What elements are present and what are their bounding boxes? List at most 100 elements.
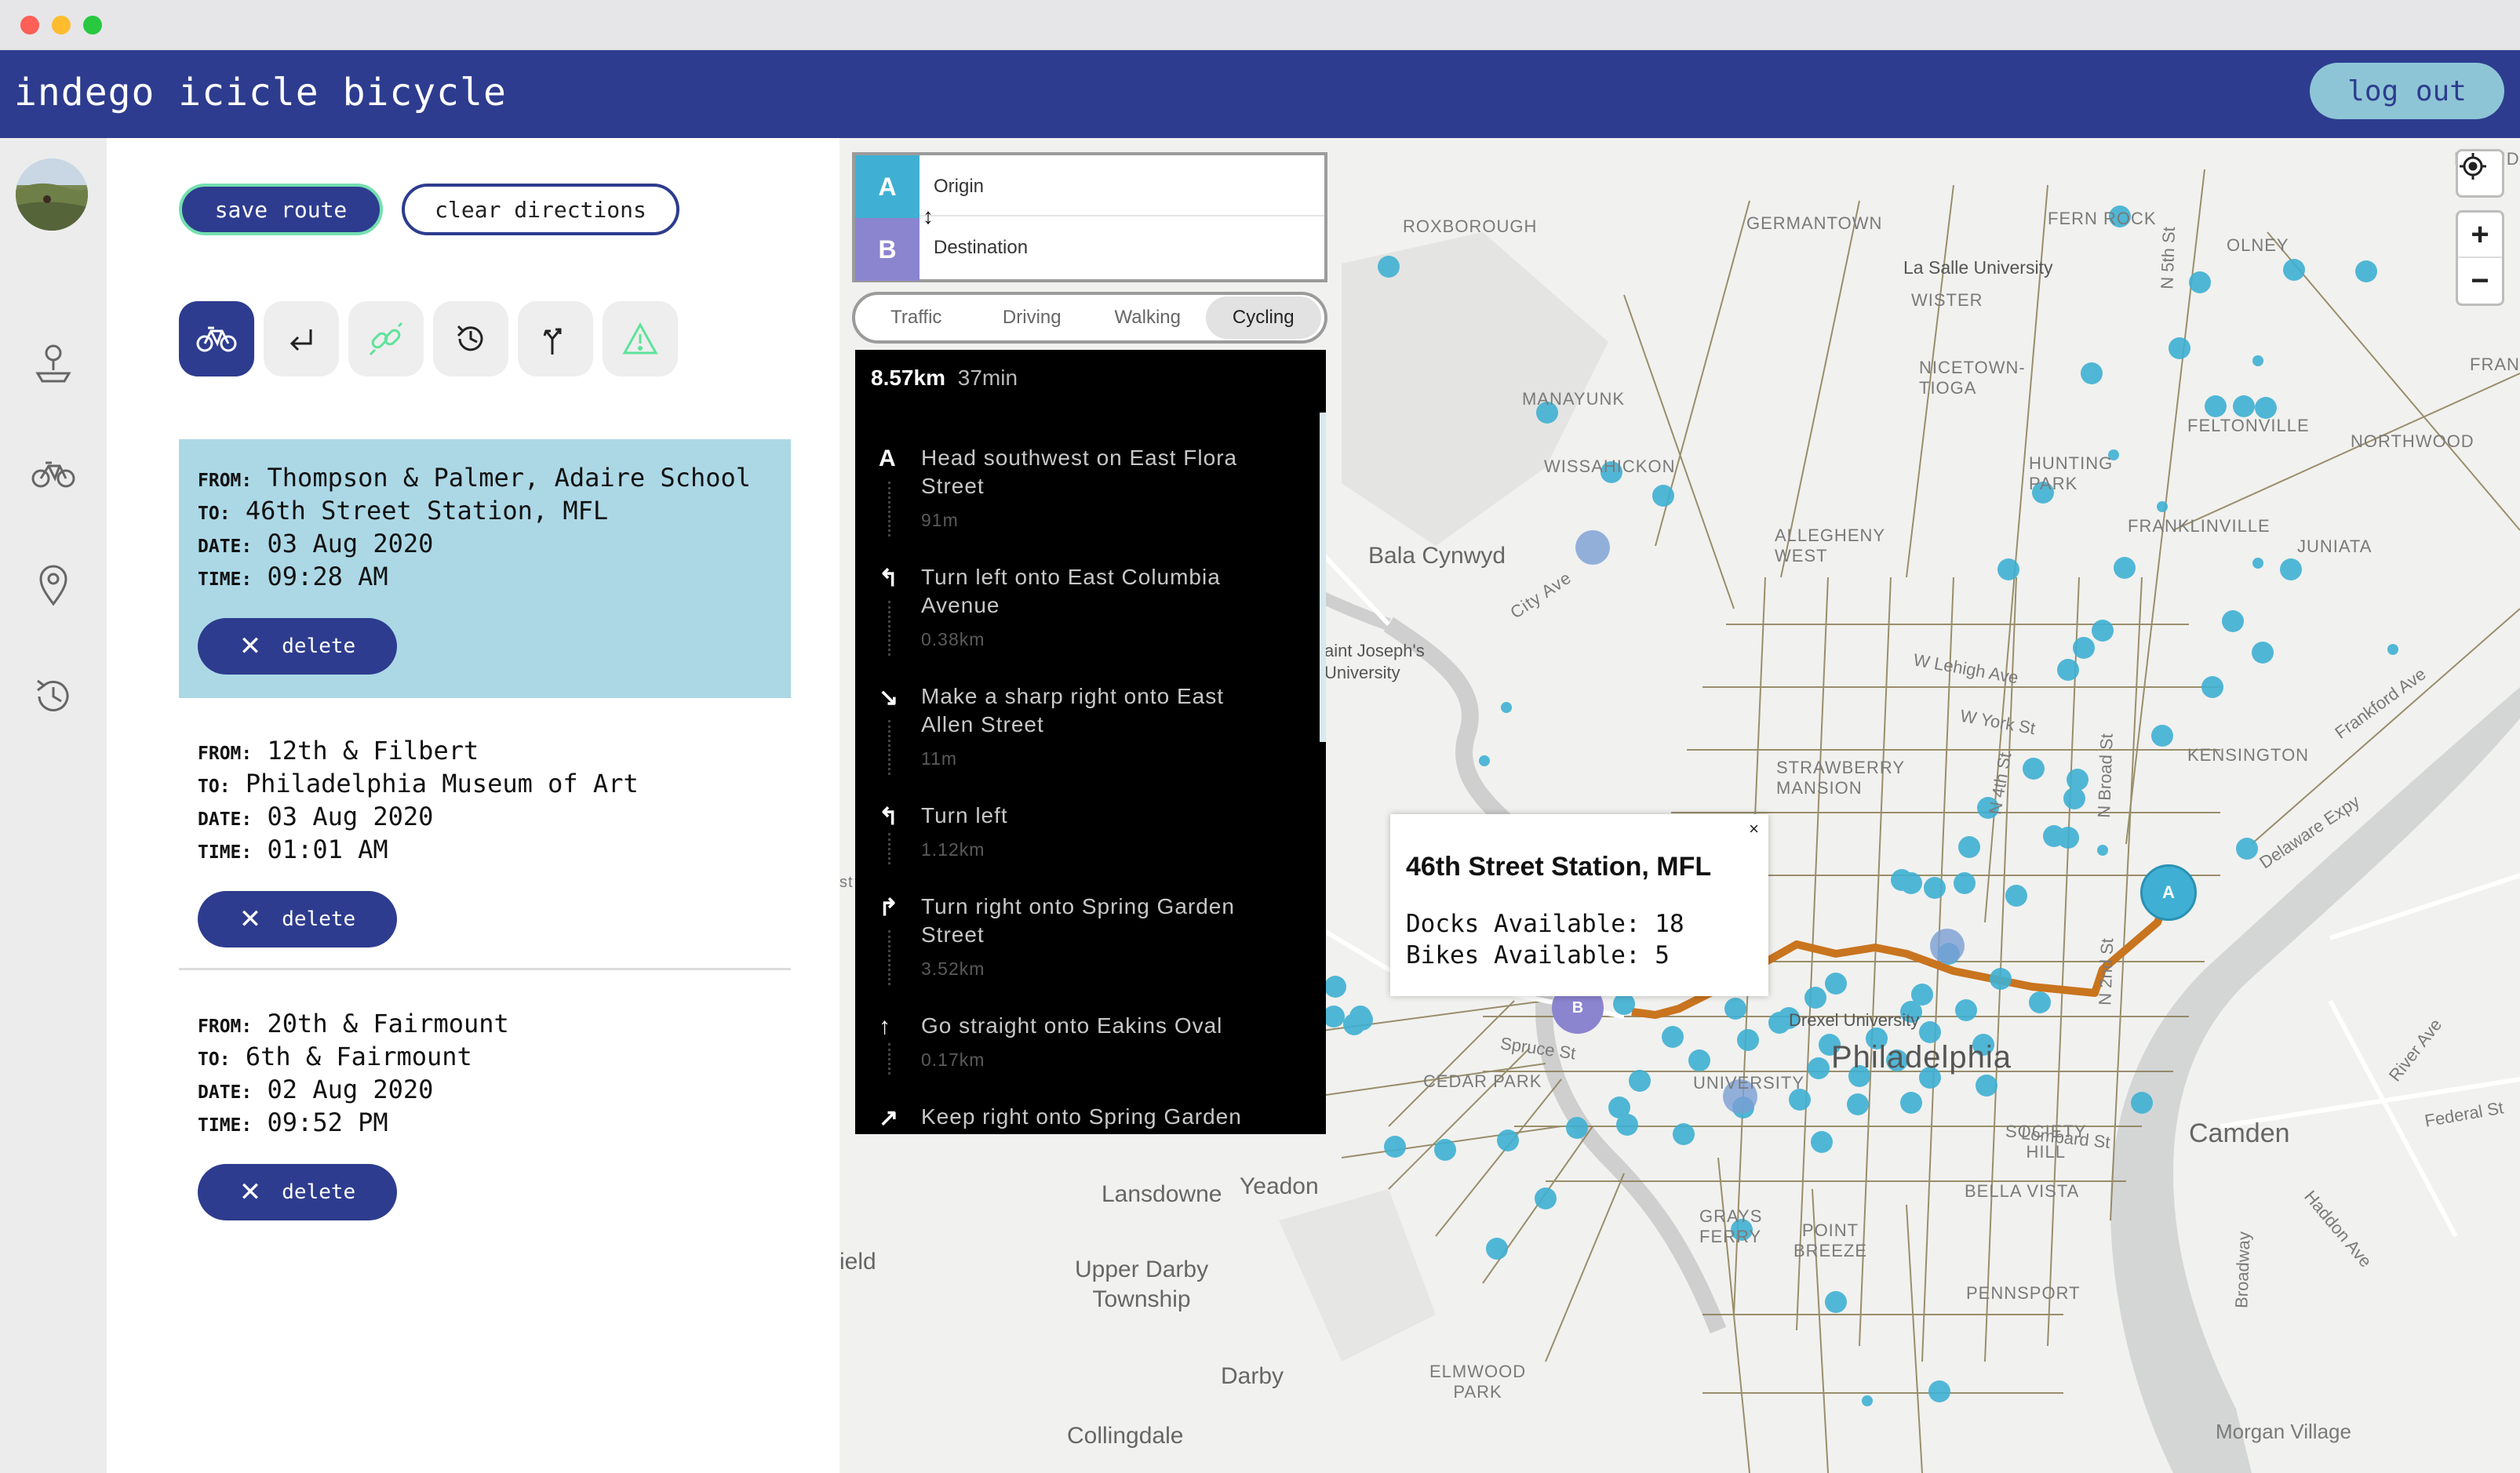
avatar[interactable] [16,158,88,231]
map-label: Darby [1221,1363,1284,1389]
history-icon[interactable] [30,673,77,720]
bicycle-tool-button[interactable] [179,301,254,376]
bikes-available: Bikes Available: 5 [1406,941,1670,969]
delete-route-button[interactable]: ✕ delete [198,618,397,675]
step-text: Turn left [921,803,1008,827]
fork-tool-button[interactable] [518,301,593,376]
warning-icon [622,322,658,355]
map-label: N 2nd St [2095,937,2118,1006]
map-label: N Broad St [2093,733,2117,819]
close-icon: ✕ [239,1177,262,1208]
scrollbar[interactable] [1320,413,1326,742]
map-label: PENNSPORT [1966,1283,2081,1303]
delete-label: delete [282,907,356,931]
keep-right-icon: ↗ [879,1105,899,1131]
delete-route-button[interactable]: ✕ delete [198,891,397,947]
step-distance: 11m [921,748,958,769]
route-time: 09:52 PM [267,1107,388,1137]
tab-driving[interactable]: Driving [974,296,1091,339]
close-icon: ✕ [239,904,262,935]
direction-step[interactable]: ↑ Go straight onto Eakins Oval 0.17km [879,1012,1302,1082]
to-key: TO: [198,777,231,797]
route-card[interactable]: FROM: 12th & Filbert TO: Philadelphia Mu… [179,712,791,971]
route-card[interactable]: FROM: Thompson & Palmer, Adaire School T… [179,439,791,698]
zoom-out-button[interactable]: − [2458,258,2502,304]
avatar-image [16,158,88,231]
maximize-window-button[interactable] [83,16,102,35]
direction-step[interactable]: ↗ Keep right onto Spring Garden [879,1103,1302,1134]
direction-step[interactable]: ↱ Turn right onto Spring Garden Street 3… [879,893,1302,987]
geolocate-button[interactable] [2456,149,2504,198]
tab-walking[interactable]: Walking [1090,296,1206,339]
step-connector [888,601,890,656]
route-to: Philadelphia Museum of Art [245,769,639,798]
map-label: FRANKFORD [2470,355,2520,374]
from-key: FROM: [198,1017,253,1037]
map-label: OLNEY [2227,235,2289,255]
step-connector [888,482,890,536]
return-tool-button[interactable] [264,301,339,376]
direction-step[interactable]: A Head southwest on East Flora Street 91… [879,444,1302,538]
to-key: TO: [198,504,231,524]
swap-icon[interactable]: ↕ [923,204,934,229]
map-label: La Salle University [1903,257,2053,278]
map-label: MANAYUNK [1522,389,1626,409]
bicycle-icon[interactable] [30,450,77,497]
direction-step[interactable]: ↘ Make a sharp right onto East Allen Str… [879,682,1302,777]
turn-right-icon: ↱ [879,895,899,921]
route-card[interactable]: FROM: 20th & Fairmount TO: 6th & Fairmou… [179,985,791,1244]
delete-route-button[interactable]: ✕ delete [198,1164,397,1220]
location-pin-icon[interactable] [30,562,77,609]
direction-step[interactable]: ↰ Turn left onto East Columbia Avenue 0.… [879,563,1302,657]
step-connector [888,720,890,775]
crosshair-icon [2460,153,2486,180]
map-pin-person-icon[interactable] [30,339,77,386]
map-label: Upper Darby Township [1075,1257,1209,1312]
tab-traffic[interactable]: Traffic [858,296,974,339]
plus-icon: + [2471,216,2489,252]
map-label: FELTONVILLE [2187,416,2310,435]
history-tool-button[interactable] [433,301,508,376]
save-route-button[interactable]: save route [179,184,383,235]
destination-input[interactable]: Destination [920,218,1324,279]
time-key: TIME: [198,1115,253,1136]
directions-steps-panel: 8.57km 37min A Head southwest on East Fl… [855,350,1326,1134]
clear-directions-button[interactable]: clear directions [402,184,679,235]
step-connector [888,833,890,864]
straight-icon: ↑ [879,1013,890,1039]
minimize-window-button[interactable] [52,16,71,35]
link-icon [369,322,403,356]
warning-tool-button[interactable] [603,301,678,376]
zoom-in-button[interactable]: + [2458,213,2502,258]
from-key: FROM: [198,471,253,491]
map-label: NICETOWN- TIOGA [1919,358,2026,398]
link-tool-button[interactable] [348,301,424,376]
map-label: ield [839,1249,876,1275]
step-text: Head southwest on East Flora Street [921,446,1238,498]
step-distance: 1.12km [921,839,985,860]
logout-button[interactable]: log out [2310,63,2504,119]
left-nav [0,138,107,1473]
window-chrome [0,0,2520,50]
app-title: indego icicle bicycle [14,71,507,115]
delete-label: delete [282,1180,356,1204]
route-summary: 8.57km 37min [871,366,1018,391]
divider [179,968,791,970]
origin-input[interactable]: Origin [920,155,1324,216]
to-key: TO: [198,1049,231,1070]
popup-close-button[interactable]: × [1749,819,1759,839]
destination-badge: B [855,218,920,281]
close-window-button[interactable] [20,16,39,35]
map-label: Drexel University [1789,1010,1920,1030]
step-text: Keep right onto Spring Garden [921,1104,1242,1129]
route-start-marker[interactable]: A [2140,864,2197,921]
step-text: Turn left onto East Columbia Avenue [921,565,1221,617]
tab-cycling[interactable]: Cycling [1205,296,1321,339]
route-date: 03 Aug 2020 [267,802,434,831]
route-from: Thompson & Palmer, Adaire School [267,463,752,493]
map-label: FERN ROCK [2048,209,2157,228]
map-canvas[interactable]: ROXBOROUGH GERMANTOWN FERN ROCK OLNEY LA… [839,138,2520,1473]
route-from: 20th & Fairmount [267,1009,509,1038]
map-label: WISTER [1911,290,1983,310]
direction-step[interactable]: ↰ Turn left 1.12km [879,802,1302,872]
